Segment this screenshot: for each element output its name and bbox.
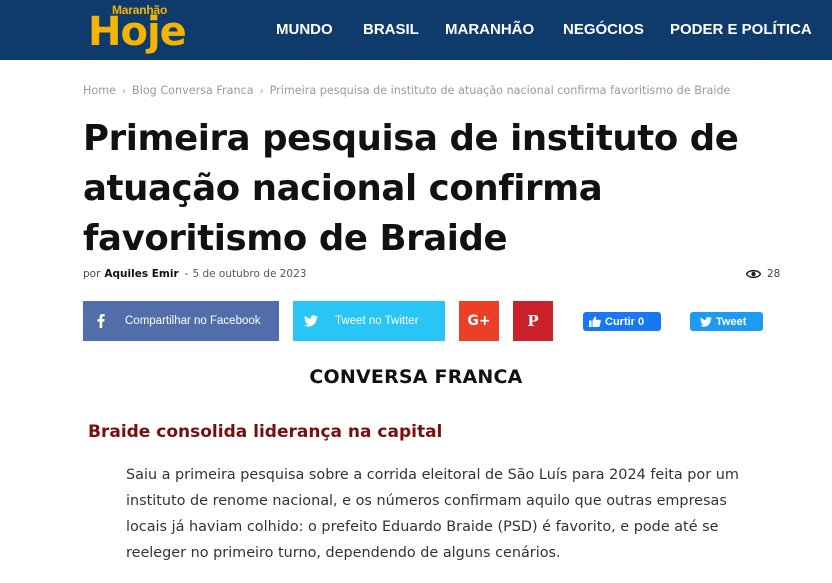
- nav-item-poder-e-politica[interactable]: PODER E POLÍTICA: [670, 21, 812, 38]
- site-logo[interactable]: Hoje Maranhão: [86, 2, 198, 58]
- logo-small-text: Maranhão: [112, 3, 168, 17]
- facebook-like-label: Curtir 0: [605, 315, 645, 328]
- byline-prefix: por: [83, 268, 101, 280]
- nav-item-negocios[interactable]: NEGÓCIOS: [563, 21, 644, 38]
- meta-separator: -: [184, 268, 189, 280]
- nav-item-mundo[interactable]: MUNDO: [276, 21, 333, 38]
- google-plus-icon: G+: [467, 313, 491, 329]
- chevron-right-icon: ›: [122, 86, 127, 97]
- view-count: 28: [746, 268, 780, 280]
- twitter-tweet-label: Tweet: [716, 315, 747, 328]
- facebook-like-button[interactable]: Curtir 0: [583, 312, 661, 331]
- facebook-icon: [83, 314, 119, 328]
- breadcrumb: Home › Blog Conversa Franca › Primeira pesqu…: [83, 84, 730, 97]
- twitter-tweet-button[interactable]: Tweet: [690, 312, 763, 331]
- pinterest-icon: P: [527, 312, 539, 330]
- share-googleplus-button[interactable]: G+: [459, 301, 499, 341]
- thumbs-up-icon: [589, 316, 601, 327]
- publish-date: 5 de outubro de 2023: [192, 268, 307, 280]
- breadcrumb-category[interactable]: Blog Conversa Franca: [132, 84, 254, 97]
- nav-item-brasil[interactable]: BRASIL: [363, 21, 419, 38]
- share-twitter-label: Tweet no Twitter: [335, 315, 419, 327]
- share-facebook-label: Compartilhar no Facebook: [125, 315, 261, 327]
- share-pinterest-button[interactable]: P: [513, 301, 553, 341]
- chevron-right-icon: ›: [259, 86, 264, 97]
- site-header: Hoje Maranhão MUNDO BRASIL MARANHÃO NEGÓ…: [0, 0, 832, 60]
- breadcrumb-current: Primeira pesquisa de instituto de atuaçã…: [269, 84, 731, 97]
- eye-icon: [746, 269, 761, 279]
- share-twitter-button[interactable]: Tweet no Twitter: [293, 301, 445, 341]
- article-meta: por Aquiles Emir -5 de outubro de 2023: [83, 268, 306, 280]
- author-link[interactable]: Aquiles Emir: [104, 268, 178, 280]
- article-paragraph: Saiu a primeira pesquisa sobre a corrida…: [126, 467, 739, 561]
- article-title: Primeira pesquisa de instituto de atuaçã…: [83, 118, 739, 259]
- section-heading: CONVERSA FRANCA: [309, 366, 523, 388]
- twitter-icon: [293, 315, 329, 327]
- share-facebook-button[interactable]: Compartilhar no Facebook: [83, 301, 279, 341]
- twitter-bird-icon: [700, 316, 712, 327]
- breadcrumb-home[interactable]: Home: [83, 84, 116, 97]
- view-count-value: 28: [767, 268, 781, 280]
- article-subheading: Braide consolida liderança na capital: [88, 422, 443, 442]
- nav-item-maranhao[interactable]: MARANHÃO: [445, 21, 534, 38]
